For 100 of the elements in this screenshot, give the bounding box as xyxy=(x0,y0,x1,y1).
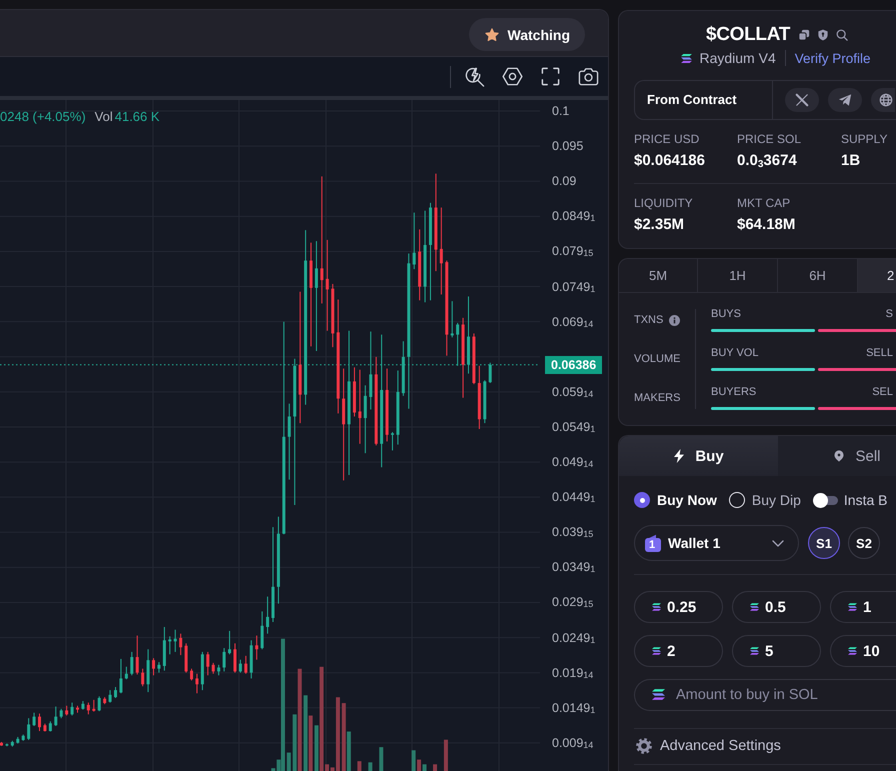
price-axis-label: 0.0549$_{1}$ xyxy=(552,418,596,435)
stat-value: $64.18M xyxy=(737,216,796,234)
amount-button[interactable]: 0.25 xyxy=(634,591,723,623)
candlestick xyxy=(60,708,63,719)
candlestick xyxy=(141,668,144,687)
option-label[interactable]: Buy Now xyxy=(657,492,717,508)
candlestick xyxy=(390,432,394,451)
stat-label: MKT CAP xyxy=(737,196,792,210)
candlestick xyxy=(314,240,318,352)
fullscreen-icon[interactable] xyxy=(540,66,561,87)
current-price-badge: 0.06386 xyxy=(545,356,602,374)
preset-button[interactable]: S2 xyxy=(848,527,880,559)
amount-button[interactable]: 10 xyxy=(830,635,896,667)
price-axis-label: 0.09 xyxy=(552,173,576,190)
metric-label: TXNS xyxy=(634,314,664,326)
stat-value: 0.0$_{3}$3674 xyxy=(737,152,798,170)
candlestick xyxy=(108,690,112,704)
camera-icon[interactable] xyxy=(578,66,599,87)
candlestick xyxy=(233,642,236,674)
verify-profile-link[interactable]: Verify Profile xyxy=(794,50,871,66)
volume-bar xyxy=(379,747,384,771)
amount-input[interactable]: Amount to buy in SOL xyxy=(634,679,896,711)
candlestick xyxy=(244,655,248,674)
price-axis-label: 0.009$_{14}$ xyxy=(552,734,594,751)
candlestick xyxy=(266,596,270,634)
volume-bar xyxy=(286,752,291,771)
price-change-text: 0248 (+4.05%) xyxy=(0,109,86,125)
paper-plane-icon xyxy=(838,93,852,107)
candlestick xyxy=(65,705,68,716)
volume-bar xyxy=(357,761,362,771)
stacked-bars-icon xyxy=(750,603,759,611)
price-axis-label: 0.0849$_{1}$ xyxy=(552,208,596,224)
radio-button[interactable] xyxy=(634,492,650,508)
price-axis-label: 0.069$_{14}$ xyxy=(552,314,594,330)
stat-value: 1B xyxy=(841,152,862,170)
candlestick xyxy=(86,702,90,715)
price-axis-label: 0.039$_{15}$ xyxy=(552,524,594,540)
period-tab[interactable]: 2 xyxy=(858,259,896,292)
shield-icon[interactable] xyxy=(817,29,830,41)
social-button[interactable] xyxy=(785,88,819,112)
wallet-number: 1 xyxy=(649,539,656,551)
trade-tab[interactable]: Buy xyxy=(619,436,778,476)
advanced-settings-button[interactable]: Advanced Settings xyxy=(634,736,781,756)
wallet-icon xyxy=(645,534,661,552)
candlestick xyxy=(157,662,160,674)
candlestick xyxy=(456,322,460,366)
candlestick xyxy=(440,207,443,295)
volume-bar xyxy=(444,740,448,771)
stacked-bars-icon xyxy=(681,54,692,62)
candlestick xyxy=(136,635,139,676)
candlestick xyxy=(32,712,36,726)
candlestick xyxy=(152,658,156,676)
candlestick xyxy=(358,369,362,444)
price-axis-label: 0.029$_{15}$ xyxy=(552,594,594,610)
copy-icon[interactable] xyxy=(798,29,810,41)
amount-button[interactable]: 5 xyxy=(732,635,821,667)
candlestick xyxy=(174,629,177,652)
sell-label: S xyxy=(886,308,893,321)
stacked-bars-icon xyxy=(848,603,857,611)
stat-label: LIQUIDITY xyxy=(634,196,694,210)
candlestick xyxy=(320,176,324,304)
candlestick xyxy=(124,666,128,680)
trade-tab[interactable]: Sell xyxy=(778,436,896,476)
candlestick xyxy=(488,362,492,384)
amount-button[interactable]: 1 xyxy=(830,591,896,623)
stat-label: PRICE USD xyxy=(634,132,700,146)
candlestick xyxy=(206,651,210,676)
star-icon xyxy=(484,26,500,42)
amount-button[interactable]: 0.5 xyxy=(732,591,821,623)
amount-button[interactable]: 2 xyxy=(634,635,723,667)
search-icon[interactable] xyxy=(836,29,848,41)
preset-button[interactable]: S1 xyxy=(808,527,840,559)
watching-button[interactable]: Watching xyxy=(468,18,585,51)
candlestick xyxy=(54,706,58,726)
dex-name: Raydium V4 xyxy=(699,50,776,66)
toggle-switch[interactable] xyxy=(812,492,838,508)
volume-value: 41.66 K xyxy=(114,109,160,125)
stat-label: SUPPLY xyxy=(841,132,888,146)
volume-bar xyxy=(433,764,438,771)
candlestick xyxy=(255,635,258,660)
stacked-bars-icon xyxy=(652,647,661,655)
candlestick xyxy=(70,702,74,716)
candlestick xyxy=(130,651,134,676)
metric-label: MAKERS xyxy=(634,392,680,404)
candlestick xyxy=(195,673,198,694)
info-icon[interactable] xyxy=(669,314,680,326)
stat-value: $2.35M xyxy=(634,216,686,234)
price-axis-label: 0.0149$_{1}$ xyxy=(552,700,596,716)
toggle-label[interactable]: Insta B xyxy=(844,492,888,508)
social-button[interactable] xyxy=(871,88,895,112)
candlestick xyxy=(114,686,118,698)
option-label[interactable]: Buy Dip xyxy=(752,492,801,508)
wallet-dropdown[interactable]: 1 Wallet 1 xyxy=(634,525,799,561)
buy-label: BUYS xyxy=(711,308,741,321)
social-button[interactable] xyxy=(828,88,862,112)
hexagon-icon[interactable] xyxy=(502,66,523,87)
x-logo-icon xyxy=(795,93,809,107)
location-pin-icon xyxy=(833,449,846,463)
price-axis-label: 0.0749$_{1}$ xyxy=(552,278,596,295)
lightning-magnifier-icon[interactable] xyxy=(464,66,485,87)
